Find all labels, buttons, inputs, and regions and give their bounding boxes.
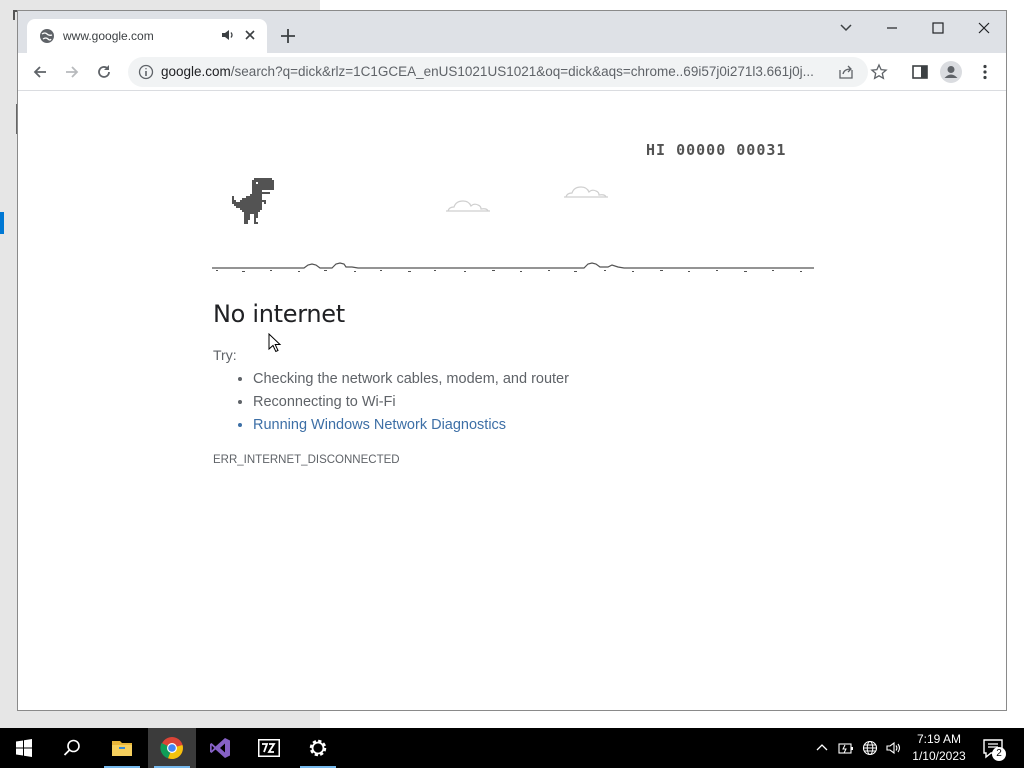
high-score: HI 00000 00031: [646, 141, 787, 159]
taskbar-search-button[interactable]: [48, 728, 96, 768]
7zip-button[interactable]: [245, 728, 293, 768]
7zip-icon: [258, 739, 280, 757]
url-path: /search?q=dick&rlz=1C1GCEA_enUS1021US102…: [230, 64, 814, 79]
notification-count-badge: 2: [992, 747, 1006, 761]
start-button[interactable]: [0, 728, 48, 768]
new-tab-plus-icon[interactable]: [278, 26, 298, 46]
share-icon[interactable]: [838, 64, 854, 80]
side-panel-icon[interactable]: [911, 63, 929, 81]
suggestion-item: Reconnecting to Wi-Fi: [253, 393, 569, 416]
more-menu-icon[interactable]: [976, 63, 994, 81]
system-clock[interactable]: 7:19 AM 1/10/2023: [905, 731, 973, 765]
chevron-up-icon[interactable]: [814, 740, 830, 756]
url-host: google.com: [161, 64, 231, 79]
url-text: google.com/search?q=dick&rlz=1C1GCEA_enU…: [161, 64, 829, 79]
clock-time: 7:19 AM: [916, 732, 962, 746]
offline-page: HI 00000 00031 No internet Try: • Checki…: [18, 92, 1006, 710]
tab-active[interactable]: www.google.com: [27, 19, 267, 53]
search-icon: [63, 739, 80, 756]
site-info-icon[interactable]: [138, 64, 154, 80]
maximize-icon[interactable]: [927, 17, 949, 39]
visual-studio-icon: [210, 738, 230, 758]
network-globe-icon[interactable]: [862, 740, 878, 756]
desert-ground-line: [212, 262, 814, 272]
close-tab-icon[interactable]: [242, 27, 258, 43]
file-explorer-button[interactable]: [98, 728, 146, 768]
suggestion-list: Checking the network cables, modem, and …: [253, 370, 569, 439]
error-code: ERR_INTERNET_DISCONNECTED: [213, 454, 400, 466]
audio-playing-icon[interactable]: [220, 27, 236, 43]
tab-title: www.google.com: [63, 29, 154, 43]
minimize-icon[interactable]: [881, 17, 903, 39]
cloud-icon: [564, 186, 608, 198]
settings-gear-icon: [309, 739, 327, 757]
close-window-icon[interactable]: [973, 17, 995, 39]
error-heading: No internet: [213, 300, 345, 328]
settings-button[interactable]: [294, 728, 342, 768]
windows-taskbar: 7:19 AM 1/10/2023 2: [0, 728, 1024, 768]
network-diagnostics-link[interactable]: Running Windows Network Diagnostics: [253, 416, 569, 439]
browser-toolbar: google.com/search?q=dick&rlz=1C1GCEA_enU…: [18, 53, 1006, 91]
volume-icon[interactable]: [886, 740, 902, 756]
person-icon: [944, 66, 958, 78]
reload-icon[interactable]: [95, 63, 113, 81]
mouse-cursor-icon: [268, 333, 282, 353]
chrome-icon: [160, 737, 183, 760]
battery-power-icon[interactable]: [838, 740, 854, 756]
cloud-icon: [446, 200, 490, 212]
back-arrow-icon[interactable]: [31, 63, 49, 81]
windows-logo-icon: [16, 739, 32, 757]
tab-search-chevron-icon[interactable]: [835, 17, 857, 39]
suggestion-item: Checking the network cables, modem, and …: [253, 370, 569, 393]
bookmark-star-icon[interactable]: [870, 63, 888, 81]
desktop-selection-marker: [0, 212, 4, 234]
visual-studio-button[interactable]: [196, 728, 244, 768]
chrome-taskbar-button[interactable]: [148, 728, 196, 768]
dinosaur-icon[interactable]: [232, 178, 274, 224]
profile-avatar[interactable]: [940, 61, 962, 83]
chrome-window: www.google.com google.com/search?q=dick&…: [17, 10, 1007, 711]
file-explorer-icon: [112, 741, 132, 756]
clock-date: 1/10/2023: [912, 749, 966, 763]
globe-icon: [40, 29, 54, 43]
address-bar[interactable]: google.com/search?q=dick&rlz=1C1GCEA_enU…: [128, 57, 888, 87]
tab-strip: www.google.com: [18, 11, 1006, 53]
forward-arrow-icon[interactable]: [63, 63, 81, 81]
try-label: Try:: [213, 347, 237, 363]
